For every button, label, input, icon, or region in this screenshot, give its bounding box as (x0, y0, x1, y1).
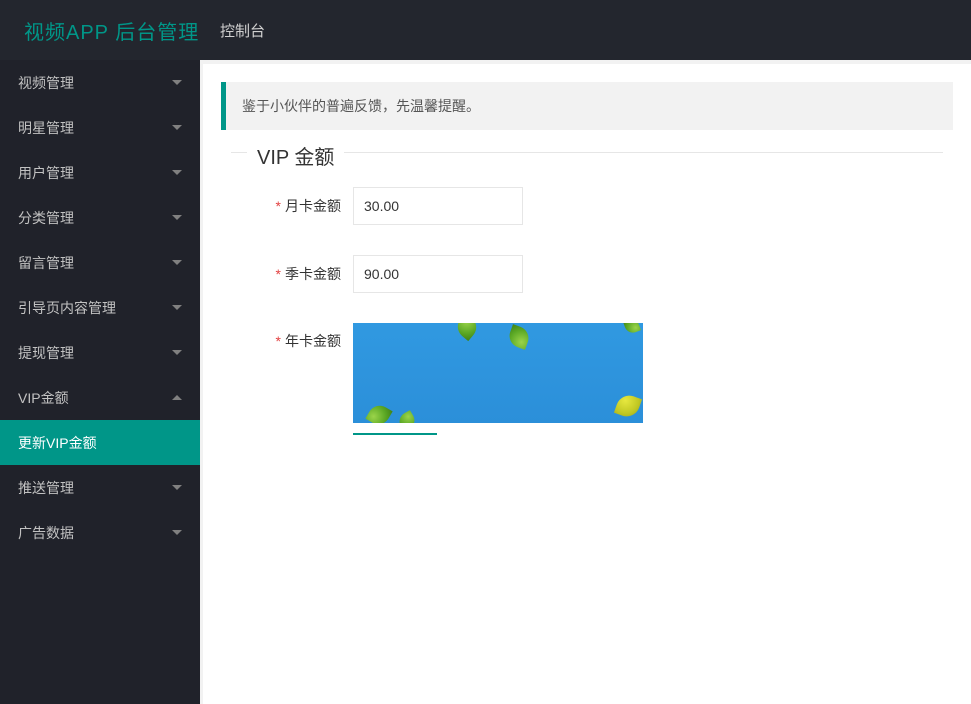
sidebar-item-guide[interactable]: 引导页内容管理 (0, 285, 200, 330)
row-year: *年卡金额 (251, 323, 923, 423)
chevron-down-icon (172, 260, 182, 265)
sidebar-item-label: 引导页内容管理 (18, 298, 116, 318)
sidebar-item-update-vip[interactable]: 更新VIP金额 (0, 420, 200, 465)
chevron-down-icon (172, 125, 182, 130)
required-mark: * (276, 266, 281, 282)
row-quarter: *季卡金额 (251, 255, 923, 293)
alert-tip: 鉴于小伙伴的普遍反馈，先温馨提醒。 (221, 82, 953, 130)
submit-underline (353, 433, 437, 435)
leaf-icon (614, 392, 642, 420)
leaf-icon (623, 323, 641, 335)
main-content: 鉴于小伙伴的普遍反馈，先温馨提醒。 VIP 金额 *月卡金额 *季卡金额 (200, 60, 971, 704)
sidebar-item-label: 更新VIP金额 (18, 433, 97, 453)
sidebar: 视频管理 明星管理 用户管理 分类管理 留言管理 引导页内容管理 提现管理 (0, 60, 200, 704)
sidebar-item-category[interactable]: 分类管理 (0, 195, 200, 240)
top-nav: 控制台 (200, 0, 971, 60)
label-year: *年卡金额 (251, 331, 341, 351)
sidebar-item-label: 留言管理 (18, 253, 74, 273)
quarter-input[interactable] (353, 255, 523, 293)
main-layout: 视频管理 明星管理 用户管理 分类管理 留言管理 引导页内容管理 提现管理 (0, 60, 971, 704)
sidebar-item-user[interactable]: 用户管理 (0, 150, 200, 195)
chevron-down-icon (172, 215, 182, 220)
input-wrap-quarter (353, 255, 523, 293)
sidebar-item-video[interactable]: 视频管理 (0, 60, 200, 105)
sidebar-item-star[interactable]: 明星管理 (0, 105, 200, 150)
chevron-down-icon (172, 170, 182, 175)
label-month: *月卡金额 (251, 196, 341, 216)
chevron-down-icon (172, 530, 182, 535)
sidebar-item-label: 广告数据 (18, 523, 74, 543)
nav-console[interactable]: 控制台 (200, 0, 285, 60)
sidebar-item-label: 明星管理 (18, 118, 74, 138)
label-month-text: 月卡金额 (285, 198, 341, 214)
required-mark: * (276, 198, 281, 214)
sidebar-item-label: 分类管理 (18, 208, 74, 228)
required-mark: * (276, 333, 281, 349)
sidebar-item-label: 用户管理 (18, 163, 74, 183)
fieldset-legend: VIP 金额 (247, 141, 344, 170)
top-header: 视频APP 后台管理 控制台 (0, 0, 971, 60)
sidebar-item-withdraw[interactable]: 提现管理 (0, 330, 200, 375)
logo-text: 视频APP 后台管理 (24, 16, 199, 45)
sidebar-item-label: 视频管理 (18, 73, 74, 93)
overlay-banner (353, 323, 643, 423)
label-year-text: 年卡金额 (285, 333, 341, 349)
sidebar-item-vip[interactable]: VIP金额 (0, 375, 200, 420)
chevron-down-icon (172, 350, 182, 355)
app-logo: 视频APP 后台管理 (0, 0, 200, 60)
leaf-icon (396, 410, 418, 423)
leaf-icon (453, 323, 481, 341)
chevron-down-icon (172, 305, 182, 310)
leaf-icon (365, 401, 392, 423)
sidebar-item-label: 提现管理 (18, 343, 74, 363)
nav-console-label: 控制台 (220, 20, 265, 41)
chevron-down-icon (172, 485, 182, 490)
row-month: *月卡金额 (251, 187, 923, 225)
label-quarter-text: 季卡金额 (285, 266, 341, 282)
month-input[interactable] (353, 187, 523, 225)
sidebar-item-message[interactable]: 留言管理 (0, 240, 200, 285)
sidebar-item-push[interactable]: 推送管理 (0, 465, 200, 510)
chevron-down-icon (172, 80, 182, 85)
vip-fieldset: VIP 金额 *月卡金额 *季卡金额 *年卡金额 (231, 152, 943, 451)
leaf-banner-image (353, 323, 643, 423)
sidebar-item-label: 推送管理 (18, 478, 74, 498)
sidebar-item-label: VIP金额 (18, 388, 69, 408)
input-wrap-month (353, 187, 523, 225)
sidebar-item-ad[interactable]: 广告数据 (0, 510, 200, 555)
chevron-up-icon (172, 395, 182, 400)
alert-text: 鉴于小伙伴的普遍反馈，先温馨提醒。 (242, 98, 480, 114)
label-quarter: *季卡金额 (251, 264, 341, 284)
leaf-icon (506, 324, 532, 350)
